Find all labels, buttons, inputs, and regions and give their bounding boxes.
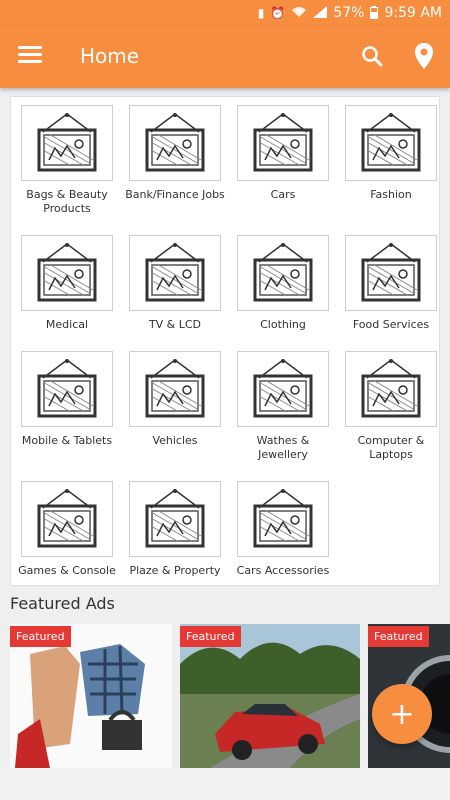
category-label: Food Services [352,318,430,331]
category-label: Fashion [370,188,412,201]
wifi-icon [291,6,307,20]
menu-icon[interactable] [18,46,42,66]
category-label: Bank/Finance Jobs [125,188,225,201]
picture-frame-icon [345,351,437,427]
category-label: Wathes & Jewellery [256,434,310,461]
picture-frame-icon [129,235,221,311]
picture-frame-icon [21,235,113,311]
sim-icon: ▮ [257,6,265,20]
signal-icon [313,6,328,20]
categories-grid: Bags & Beauty Products Bank/Finance Jobs… [10,96,440,586]
alarm-icon: ⏰ [270,6,286,20]
app-bar: Home [0,26,450,88]
category-games-console[interactable]: Games & Console [17,481,117,578]
category-mobile-tablets[interactable]: Mobile & Tablets [17,351,117,448]
category-food-services[interactable]: Food Services [341,235,441,332]
search-icon[interactable] [360,44,384,68]
plus-icon: + [389,696,415,732]
category-vehicles[interactable]: Vehicles [125,351,225,448]
category-label: Cars Accessories [236,564,330,577]
category-plaze-property[interactable]: Plaze & Property [125,481,225,578]
picture-frame-icon [129,481,221,557]
picture-frame-icon [237,351,329,427]
category-computer-laptops[interactable]: Computer & Laptops [341,351,441,462]
featured-ads-heading: Featured Ads [10,594,115,613]
category-label: Vehicles [152,434,198,447]
category-label: Computer & Laptops [357,434,425,461]
status-bar: ▮ ⏰ 57% 9:59 AM [0,0,450,26]
picture-frame-icon [129,105,221,181]
page-title: Home [80,44,140,68]
picture-frame-icon [21,105,113,181]
featured-badge: Featured [368,626,429,647]
category-tv-lcd[interactable]: TV & LCD [125,235,225,332]
category-bags-beauty[interactable]: Bags & Beauty Products [17,105,117,216]
category-cars-accessories[interactable]: Cars Accessories [233,481,333,578]
picture-frame-icon [21,351,113,427]
picture-frame-icon [129,351,221,427]
category-label: Clothing [260,318,306,331]
featured-badge: Featured [10,626,71,647]
category-label: Bags & Beauty Products [26,188,108,215]
category-watches-jewellery[interactable]: Wathes & Jewellery [233,351,333,462]
picture-frame-icon [21,481,113,557]
battery-icon [370,5,379,21]
picture-frame-icon [237,105,329,181]
location-pin-icon[interactable] [414,42,434,70]
category-medical[interactable]: Medical [17,235,117,332]
category-clothing[interactable]: Clothing [233,235,333,332]
category-label: Games & Console [18,564,116,577]
category-bank-finance[interactable]: Bank/Finance Jobs [125,105,225,202]
category-label: Cars [270,188,296,201]
picture-frame-icon [237,481,329,557]
battery-percent: 57% [333,5,365,21]
category-cars[interactable]: Cars [233,105,333,202]
category-label: Mobile & Tablets [21,434,113,447]
category-label: Medical [45,318,89,331]
clock: 9:59 AM [384,5,442,21]
picture-frame-icon [345,235,437,311]
featured-ad-clothing[interactable]: Featured [10,624,172,768]
picture-frame-icon [345,105,437,181]
category-label: TV & LCD [148,318,202,331]
featured-badge: Featured [180,626,241,647]
add-ad-button[interactable]: + [372,684,432,744]
category-label: Plaze & Property [129,564,221,577]
bottom-strip [0,768,450,800]
category-fashion[interactable]: Fashion [341,105,441,202]
picture-frame-icon [237,235,329,311]
featured-ad-car[interactable]: Featured [180,624,360,768]
